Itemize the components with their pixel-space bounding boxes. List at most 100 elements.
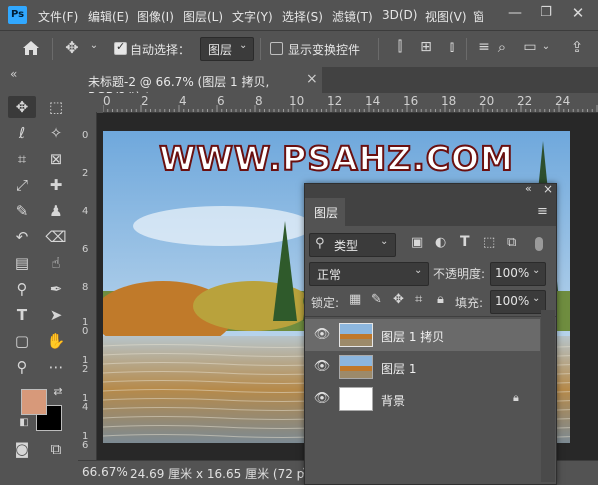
eyedropper-tool-icon[interactable]: ⤢ xyxy=(11,175,33,195)
document-tab[interactable]: 未标题-2 @ 66.7% (图层 1 拷贝, RGB/8#) * × xyxy=(78,67,322,104)
auto-select-target-dropdown[interactable]: 图层 ⌄ xyxy=(200,37,254,61)
filter-toggle[interactable] xyxy=(535,237,543,251)
layer-row[interactable]: 👁︎ 背景 🔒︎ xyxy=(305,383,540,415)
divider xyxy=(466,38,467,60)
shape-tool-icon[interactable]: ▢ xyxy=(11,331,33,351)
collapse-panel-icon[interactable]: « xyxy=(525,182,532,195)
stamp-tool-icon[interactable]: ♟ xyxy=(45,201,67,221)
collapse-panel-icon[interactable]: « xyxy=(10,67,17,81)
chevron-down-icon[interactable]: ⌄ xyxy=(88,40,100,51)
move-tool-icon[interactable]: ✥ xyxy=(62,38,82,57)
lock-pixels-icon[interactable]: ✎ xyxy=(371,292,382,307)
layers-scrollbar[interactable] xyxy=(541,310,555,482)
zoom-tool-icon[interactable]: ⚲ xyxy=(11,357,33,377)
more-tools-icon[interactable]: ⋯ xyxy=(45,357,67,377)
filter-type-icon[interactable]: T xyxy=(460,234,470,250)
close-panel-icon[interactable]: × xyxy=(543,182,553,196)
quick-mask-icon[interactable]: ◙ xyxy=(11,439,33,459)
opacity-field[interactable]: 100% ⌄ xyxy=(490,262,546,286)
close-icon[interactable]: ✕ xyxy=(568,4,588,22)
show-transform-checkbox[interactable] xyxy=(270,42,283,55)
align-left-icon[interactable]: ⫿ xyxy=(392,39,408,55)
opacity-value: 100% xyxy=(495,266,530,280)
dodge-tool-icon[interactable]: ⚲ xyxy=(11,279,33,299)
menu-bar: Ps 文件(F) 编辑(E) 图像(I) 图层(L) 文字(Y) 选择(S) 滤… xyxy=(0,0,598,31)
type-tool-icon[interactable]: T xyxy=(11,305,33,325)
lock-artboard-icon[interactable]: ⌗ xyxy=(415,292,422,307)
menu-window[interactable]: 窗 xyxy=(473,8,483,25)
align-center-icon[interactable]: ⊞ xyxy=(418,39,434,55)
search-icon[interactable]: ⌕ xyxy=(494,38,510,56)
chevron-down-icon[interactable]: ⌄ xyxy=(540,41,552,52)
eye-icon[interactable]: 👁︎ xyxy=(313,390,331,408)
filter-smart-object-icon[interactable]: ⧉ xyxy=(507,235,516,250)
menu-view[interactable]: 视图(V) xyxy=(425,8,467,25)
minimize-icon[interactable]: — xyxy=(505,5,525,21)
screen-mode-icon[interactable]: ⧉ xyxy=(45,439,67,459)
eraser-tool-icon[interactable]: ⌫ xyxy=(45,227,67,247)
blend-mode-dropdown[interactable]: 正常 ⌄ xyxy=(309,262,429,286)
share-icon[interactable]: ⇪ xyxy=(568,38,586,56)
marquee-tool-icon[interactable]: ⬚ xyxy=(45,97,67,117)
zoom-level[interactable]: 66.67% xyxy=(82,465,128,479)
chevron-down-icon: ⌄ xyxy=(532,265,541,276)
menu-filter[interactable]: 滤镜(T) xyxy=(332,8,373,25)
layer-thumbnail xyxy=(339,387,373,411)
tab-layers[interactable]: 图层 xyxy=(305,198,345,226)
panel-menu-icon[interactable]: ≡ xyxy=(537,204,548,219)
vertical-ruler[interactable]: 0 2 4 6 8 1 0 1 2 1 4 1 6 xyxy=(78,112,97,460)
swap-colors-icon[interactable]: ⇄ xyxy=(52,385,64,398)
crop-tool-icon[interactable]: ⌗ xyxy=(11,149,33,169)
menu-select[interactable]: 选择(S) xyxy=(282,8,323,25)
fill-value: 100% xyxy=(495,294,530,308)
history-brush-tool-icon[interactable]: ↶ xyxy=(11,227,33,247)
show-transform-label: 显示变换控件 xyxy=(288,43,361,57)
restore-icon[interactable]: ❐ xyxy=(536,5,556,20)
close-tab-icon[interactable]: × xyxy=(306,71,318,87)
layer-row[interactable]: 👁︎ 图层 1 拷贝 xyxy=(305,319,540,351)
hand-tool-icon[interactable]: ✋ xyxy=(45,331,67,351)
tab-layers-label: 图层 xyxy=(314,206,339,220)
distribute-icon[interactable]: ≡ xyxy=(476,39,492,55)
menu-file[interactable]: 文件(F) xyxy=(38,8,78,25)
gradient-tool-icon[interactable]: ▤ xyxy=(11,253,33,273)
eye-icon[interactable]: 👁︎ xyxy=(313,358,331,376)
filter-shape-icon[interactable]: ⬚ xyxy=(483,235,495,250)
brush-tool-icon[interactable]: ✎ xyxy=(11,201,33,221)
chevron-down-icon: ⌄ xyxy=(414,265,423,276)
path-selection-tool-icon[interactable]: ➤ xyxy=(45,305,67,325)
move-tool-icon[interactable]: ✥ xyxy=(11,97,33,117)
lock-transparent-icon[interactable]: ▦ xyxy=(349,292,361,307)
menu-layer[interactable]: 图层(L) xyxy=(183,8,223,25)
horizontal-ruler[interactable]: 0 2 4 6 8 10 12 14 16 18 20 22 24 xyxy=(103,93,598,113)
default-colors-icon[interactable]: ◧ xyxy=(18,417,30,428)
frame-tool-icon[interactable]: ⊠ xyxy=(45,149,67,169)
ruler-tick-label: 2 xyxy=(82,168,89,179)
menu-type[interactable]: 文字(Y) xyxy=(232,8,273,25)
panel-header: « × xyxy=(305,182,556,198)
workspace-icon[interactable]: ▭ xyxy=(522,39,538,55)
menu-edit[interactable]: 编辑(E) xyxy=(88,8,129,25)
options-bar: ✥ ⌄ 自动选择： 图层 ⌄ 显示变换控件 ⫿ ⊞ ⫾ ≡ ⌕ ▭ ⌄ ⇪ xyxy=(0,31,598,68)
fill-field[interactable]: 100% ⌄ xyxy=(490,290,546,314)
filter-pixel-icon[interactable]: ▣ xyxy=(411,235,423,250)
lock-position-icon[interactable]: ✥ xyxy=(393,292,404,307)
ruler-tick-label: 1 0 xyxy=(82,317,89,337)
lasso-tool-icon[interactable]: ℓ xyxy=(11,123,33,143)
layer-row[interactable]: 👁︎ 图层 1 xyxy=(305,351,540,383)
magic-wand-tool-icon[interactable]: ✧ xyxy=(45,123,67,143)
foreground-color-swatch[interactable] xyxy=(21,389,47,415)
healing-brush-tool-icon[interactable]: ✚ xyxy=(45,175,67,195)
align-right-icon[interactable]: ⫾ xyxy=(444,39,460,55)
auto-select-label: 自动选择： xyxy=(130,43,191,57)
lock-all-icon[interactable]: 🔒︎ xyxy=(437,292,444,307)
smudge-tool-icon[interactable]: ☝ xyxy=(45,253,67,273)
auto-select-checkbox[interactable] xyxy=(114,40,127,55)
eye-icon[interactable]: 👁︎ xyxy=(313,326,331,344)
home-icon[interactable] xyxy=(22,40,40,56)
pen-tool-icon[interactable]: ✒ xyxy=(45,279,67,299)
filter-adjustment-icon[interactable]: ◐ xyxy=(435,235,446,250)
layer-filter-dropdown[interactable]: ⚲ 类型 ⌄ xyxy=(309,233,396,257)
menu-3d[interactable]: 3D(D) xyxy=(382,8,417,22)
menu-image[interactable]: 图像(I) xyxy=(137,8,174,25)
